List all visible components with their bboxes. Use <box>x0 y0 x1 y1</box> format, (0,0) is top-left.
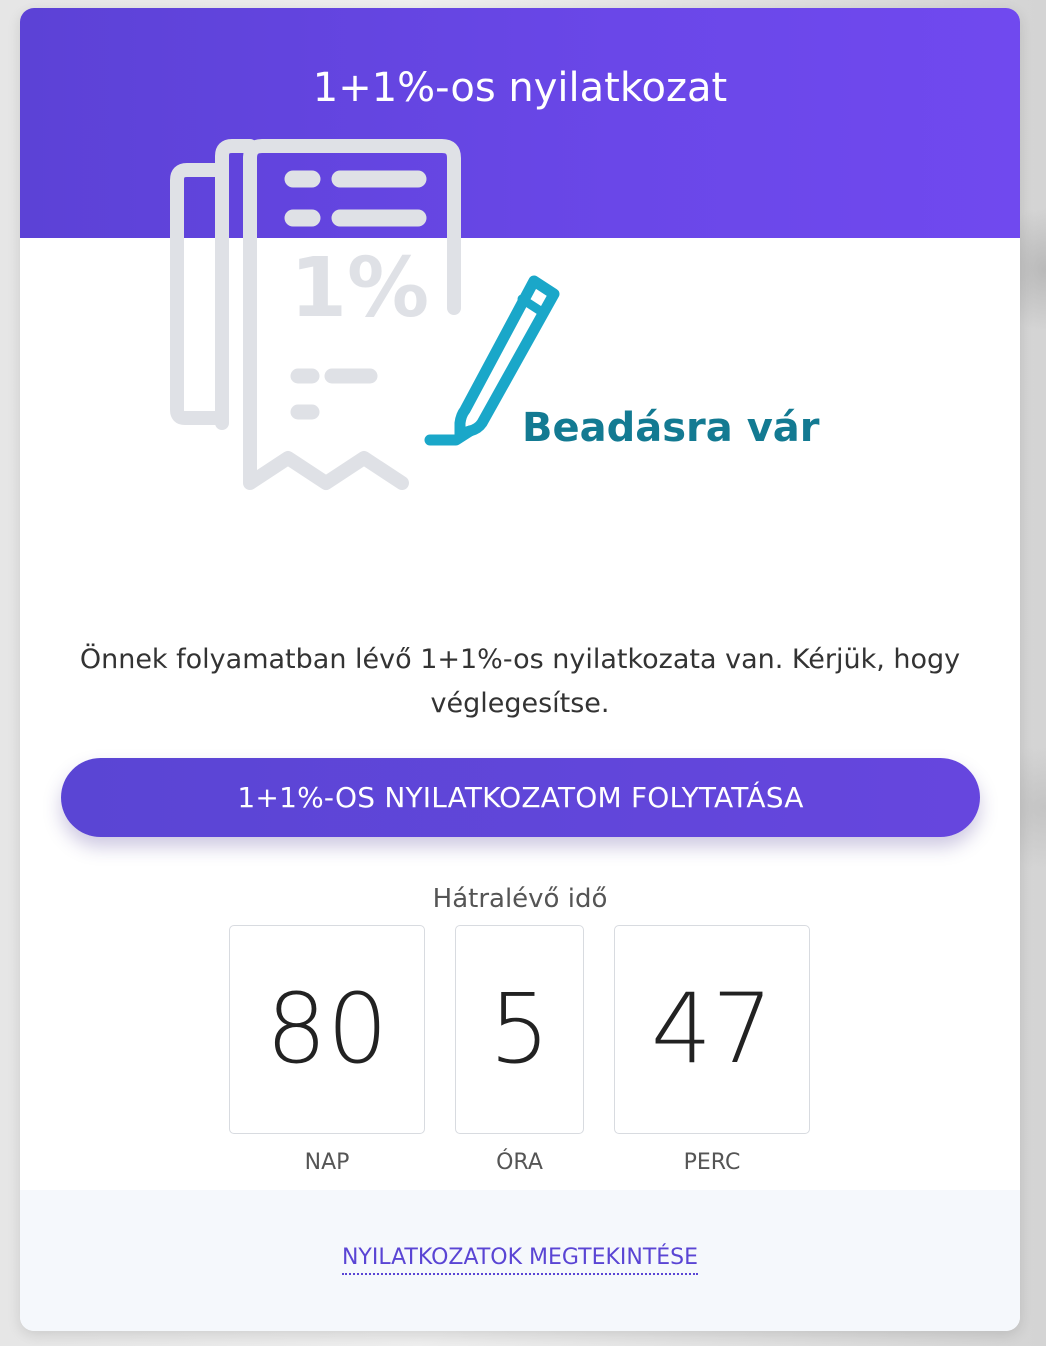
card-footer: NYILATKOZATOK MEGTEKINTÉSE <box>20 1190 1020 1331</box>
remaining-time-label: Hátralévő idő <box>432 884 608 914</box>
declaration-card: 1+1%-os nyilatkozat 1% Beadásra vár Önne… <box>20 8 1020 1331</box>
countdown-days-unit: NAP <box>304 1150 350 1175</box>
info-message: Önnek folyamatban lévő 1+1%-os nyilatkoz… <box>79 644 961 719</box>
card-title: 1+1%-os nyilatkozat <box>312 65 728 111</box>
countdown-minutes-unit: PERC <box>683 1150 741 1175</box>
countdown-hours-unit: ÓRA <box>496 1150 543 1175</box>
countdown-hours-value: 5 <box>455 925 584 1134</box>
countdown-minutes-value: 47 <box>614 925 810 1134</box>
view-declarations-link[interactable]: NYILATKOZATOK MEGTEKINTÉSE <box>341 1245 699 1275</box>
view-declarations-link-wrapper: NYILATKOZATOK MEGTEKINTÉSE <box>20 1242 1020 1275</box>
status-label: Beadásra vár <box>522 405 820 451</box>
countdown-days-value: 80 <box>229 925 425 1134</box>
continue-declaration-button[interactable]: 1+1%-OS NYILATKOZATOM FOLYTATÁSA <box>61 758 980 837</box>
svg-text:1%: 1% <box>290 241 429 336</box>
